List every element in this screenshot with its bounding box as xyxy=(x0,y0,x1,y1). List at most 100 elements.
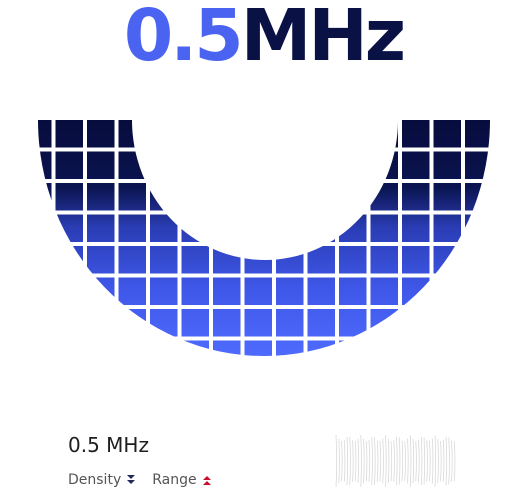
grid-cell xyxy=(213,120,241,148)
waveform-line xyxy=(396,436,398,486)
grid-cell xyxy=(465,120,490,148)
waveform-line xyxy=(418,439,420,483)
grid-cell xyxy=(276,309,304,337)
waveform-line xyxy=(426,440,428,482)
grid-cell xyxy=(87,183,115,211)
range-control[interactable]: Range xyxy=(152,472,211,488)
grid-cell xyxy=(181,340,209,356)
grid-cell xyxy=(244,214,272,242)
grid-cell xyxy=(213,183,241,211)
grid-cell xyxy=(465,183,490,211)
waveform-line xyxy=(368,440,371,482)
waveform-line xyxy=(423,437,426,485)
grid-cell xyxy=(433,214,461,242)
grid-cell xyxy=(118,246,146,274)
grid-cell xyxy=(307,340,335,356)
grid-cell xyxy=(339,151,367,179)
waveform-line xyxy=(393,440,395,482)
grid-cell xyxy=(181,309,209,337)
waveform-line xyxy=(346,436,349,486)
waveform-line xyxy=(437,439,439,483)
grid-cell xyxy=(55,277,83,305)
grid-cell xyxy=(433,309,461,337)
grid-cell xyxy=(339,309,367,337)
waveform-line xyxy=(376,440,379,482)
grid-cell xyxy=(433,277,461,305)
grid-cell xyxy=(433,120,461,148)
grid-cell xyxy=(497,120,525,148)
grid-cell xyxy=(150,340,178,356)
grid-cells xyxy=(38,120,525,369)
grid-cell xyxy=(497,278,525,306)
grid-cell xyxy=(55,214,83,242)
grid-cell xyxy=(370,120,398,148)
density-control[interactable]: Density xyxy=(68,472,136,488)
grid-cell xyxy=(497,183,525,211)
grid-cell xyxy=(370,309,398,337)
waveform-line xyxy=(448,437,450,485)
grid-cell xyxy=(433,151,461,179)
waveform-line xyxy=(412,439,415,483)
grid-cell xyxy=(38,120,52,148)
grid-cell xyxy=(55,183,83,211)
grid-cell xyxy=(87,214,115,242)
grid-cell xyxy=(150,277,178,305)
grid-cell xyxy=(118,151,146,179)
waveform-line xyxy=(390,440,393,482)
waveform-line xyxy=(453,440,456,482)
grid-cell xyxy=(307,309,335,337)
grid-cell xyxy=(276,340,304,356)
waveform-line xyxy=(420,436,423,486)
grid-cell xyxy=(276,277,304,305)
grid-cell xyxy=(38,183,52,211)
waveform-line xyxy=(357,438,360,484)
grid-cell xyxy=(497,215,525,243)
waveform-line xyxy=(409,435,412,487)
grid-cell xyxy=(402,183,430,211)
grid-cell xyxy=(465,151,490,179)
grid-cell xyxy=(497,341,525,369)
grid-cell xyxy=(87,277,115,305)
grid-cell xyxy=(276,183,304,211)
range-label: Range xyxy=(152,472,197,488)
grid-cell xyxy=(307,246,335,274)
grid-cell xyxy=(181,183,209,211)
grid-cell xyxy=(213,277,241,305)
grid-cell xyxy=(118,309,146,337)
grid-cell xyxy=(433,246,461,274)
grid-cell xyxy=(150,120,178,148)
grid-cell xyxy=(465,277,490,305)
grid-cell xyxy=(150,151,178,179)
grid-cell xyxy=(244,340,272,356)
grid-cell xyxy=(339,246,367,274)
grid-cell xyxy=(87,151,115,179)
waveform-line xyxy=(341,440,343,482)
control-bar: Density Range xyxy=(68,472,212,488)
grid-cell xyxy=(402,340,430,356)
grid-cell xyxy=(213,309,241,337)
grid-cell xyxy=(87,309,115,337)
waveform-line xyxy=(404,440,406,482)
grid-cell xyxy=(213,151,241,179)
grid-cell xyxy=(307,277,335,305)
grid-cell xyxy=(433,183,461,211)
grid-cell xyxy=(244,277,272,305)
waveform-line xyxy=(431,438,434,484)
waveform-line xyxy=(451,440,453,482)
waveform-line xyxy=(382,438,384,484)
grid-cell xyxy=(276,246,304,274)
grid-cell xyxy=(38,151,52,179)
grid-cell xyxy=(213,214,241,242)
waveform-line xyxy=(440,440,442,482)
grid-cell xyxy=(370,246,398,274)
waveform-line xyxy=(374,437,376,485)
density-label: Density xyxy=(68,472,122,488)
grid-cell xyxy=(150,183,178,211)
grid-cell xyxy=(38,214,52,242)
grid-cell xyxy=(244,309,272,337)
waveform-line xyxy=(371,436,373,486)
grid-cell xyxy=(55,120,83,148)
grid-cell xyxy=(55,151,83,179)
grid-cell xyxy=(465,246,490,274)
grid-cell xyxy=(433,340,461,356)
